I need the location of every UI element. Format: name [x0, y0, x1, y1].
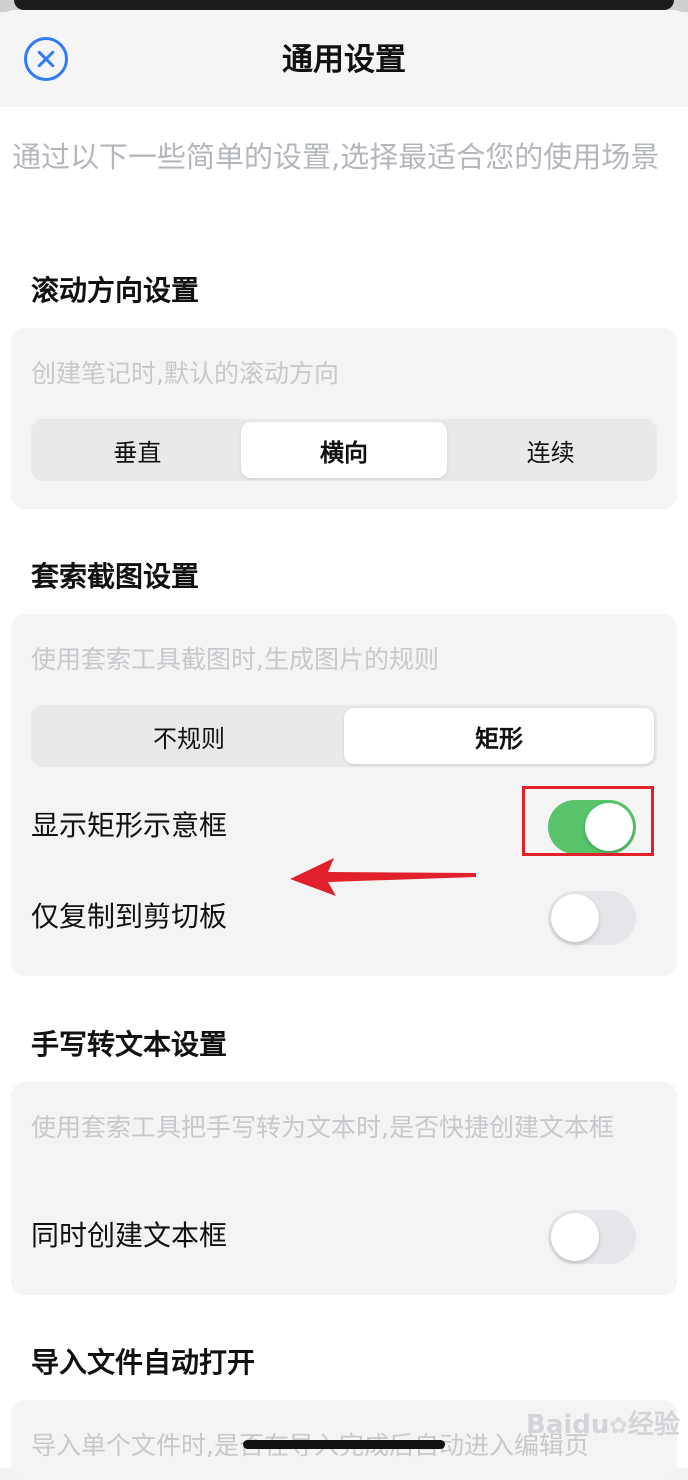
segment-rectangle[interactable]: 矩形: [344, 708, 654, 764]
show-rect-frame-label: 显示矩形示意框: [31, 809, 228, 842]
scroll-desc: 创建笔记时,默认的滚动方向: [31, 359, 339, 388]
toggle-knob: [551, 894, 599, 942]
handwriting-desc: 使用套索工具把手写转为文本时,是否快捷创建文本框: [31, 1113, 614, 1142]
copy-to-clipboard-label: 仅复制到剪切板: [31, 900, 228, 933]
copy-to-clipboard-toggle[interactable]: [548, 891, 636, 945]
paw-icon: ✿: [609, 1414, 628, 1439]
page-title: 通用设置: [282, 42, 406, 78]
watermark-brand: Baidu: [526, 1410, 610, 1440]
home-indicator: [243, 1440, 445, 1449]
intro-text: 通过以下一些简单的设置,选择最适合您的使用场景: [12, 140, 660, 174]
section-title-import: 导入文件自动打开: [31, 1346, 256, 1379]
section-title-lasso: 套索截图设置: [31, 560, 200, 593]
baidu-watermark: Baidu✿经验: [526, 1404, 680, 1441]
toggle-knob: [551, 1213, 599, 1261]
status-bar-background: [14, 0, 674, 10]
scroll-card: 创建笔记时,默认的滚动方向 垂直 横向 连续: [11, 328, 677, 509]
header: 通用设置: [0, 10, 688, 107]
watermark-suffix: 经验: [627, 1410, 680, 1440]
lasso-shape-segmented: 不规则 矩形: [31, 705, 657, 767]
lasso-desc: 使用套索工具截图时,生成图片的规则: [31, 645, 439, 674]
create-textbox-label: 同时创建文本框: [31, 1219, 228, 1252]
section-title-scroll: 滚动方向设置: [31, 274, 200, 307]
red-arrow-annotation: [290, 858, 476, 896]
segment-horizontal[interactable]: 横向: [240, 422, 448, 478]
handwriting-card: 使用套索工具把手写转为文本时,是否快捷创建文本框 同时创建文本框: [11, 1082, 677, 1295]
segment-irregular[interactable]: 不规则: [34, 708, 344, 764]
segment-continuous[interactable]: 连续: [447, 422, 654, 478]
section-title-handwriting: 手写转文本设置: [31, 1028, 228, 1061]
red-highlight-box: [522, 786, 654, 856]
create-textbox-toggle[interactable]: [548, 1210, 636, 1264]
segment-vertical[interactable]: 垂直: [34, 422, 241, 478]
scroll-direction-segmented: 垂直 横向 连续: [31, 419, 657, 481]
